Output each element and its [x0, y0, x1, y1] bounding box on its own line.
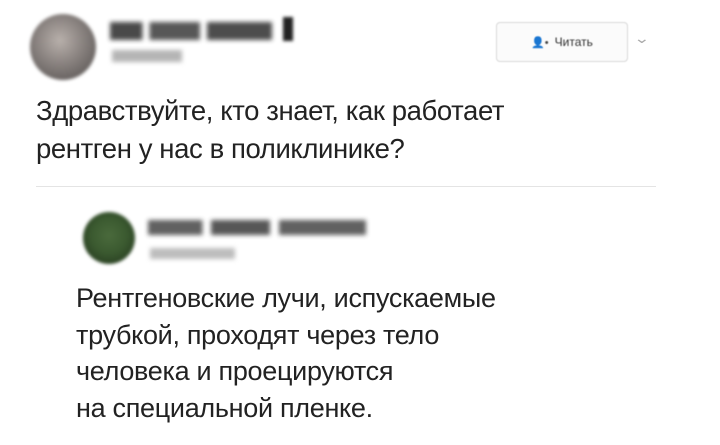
- reply-text: Рентгеновские лучи, испускаемые трубкой,…: [76, 280, 676, 426]
- tweet-text-line: рентген у нас в поликлинике?: [36, 133, 405, 164]
- add-person-icon: 👤•: [531, 36, 549, 49]
- reply-author-handle-redacted: [150, 248, 235, 259]
- chevron-down-icon[interactable]: ⌄: [634, 30, 650, 47]
- reply-text-line: на специальной пленке.: [76, 392, 373, 423]
- reply-tweet: Рентгеновские лучи, испускаемые трубкой,…: [0, 190, 720, 445]
- avatar[interactable]: [30, 14, 96, 80]
- reply-author-name-redacted[interactable]: [148, 220, 366, 235]
- tweet-text: Здравствуйте, кто знает, как работает ре…: [36, 92, 676, 168]
- verified-icon: [283, 17, 293, 41]
- divider: [36, 186, 656, 187]
- reply-text-line: человека и проецируются: [76, 356, 394, 386]
- reply-text-line: Рентгеновские лучи, испускаемые: [76, 283, 496, 313]
- follow-label: Читать: [554, 35, 593, 49]
- author-handle-redacted: [112, 50, 182, 62]
- avatar[interactable]: [83, 212, 135, 264]
- reply-text-line: трубкой, проходят через тело: [76, 319, 440, 350]
- follow-button[interactable]: 👤• Читать: [496, 22, 628, 62]
- author-name-redacted[interactable]: [110, 22, 290, 40]
- original-tweet: 👤• Читать ⌄ Здравствуйте, кто знает, как…: [0, 0, 720, 190]
- tweet-text-line: Здравствуйте, кто знает, как работает: [36, 95, 505, 126]
